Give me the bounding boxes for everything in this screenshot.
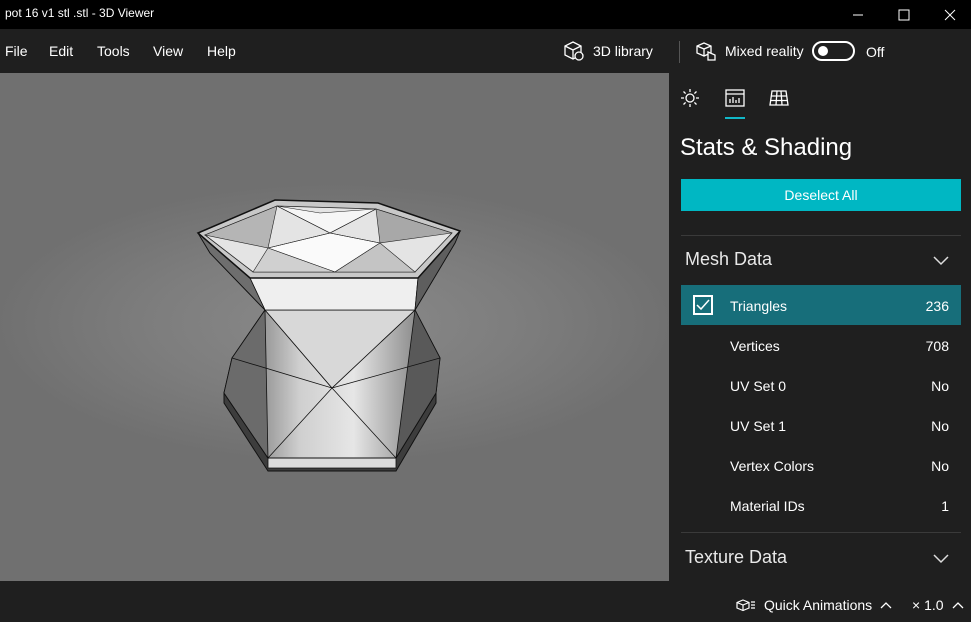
menu-edit[interactable]: Edit (49, 43, 73, 59)
panel-title: Stats & Shading (680, 134, 853, 161)
row-label: Vertex Colors (730, 458, 815, 474)
minimize-button[interactable] (835, 0, 881, 29)
mesh-row-vertex-colors: Vertex Colors No (681, 445, 961, 485)
stats-icon (725, 89, 745, 107)
grid-icon (769, 90, 789, 106)
row-label: Material IDs (730, 498, 805, 514)
window-title: pot 16 v1 stl .stl - 3D Viewer (5, 6, 155, 20)
section-divider (681, 235, 961, 236)
pot-model (196, 199, 462, 472)
checkmark-icon (696, 299, 710, 311)
menu-tools[interactable]: Tools (97, 43, 130, 59)
quick-animations-button[interactable]: Quick Animations (736, 597, 892, 613)
3d-library-icon (564, 41, 584, 61)
mixed-reality-state: Off (866, 44, 885, 60)
title-bar: pot 16 v1 stl .stl - 3D Viewer (0, 0, 971, 29)
tab-stats[interactable] (722, 87, 748, 109)
lighting-icon (681, 89, 699, 107)
3d-library-button[interactable]: 3D library (563, 37, 653, 65)
toggle-knob (818, 46, 828, 56)
3d-viewport[interactable] (0, 73, 669, 581)
quick-animations-label: Quick Animations (764, 597, 873, 613)
animation-icon (736, 599, 755, 612)
mesh-row-triangles[interactable]: Triangles 236 (681, 285, 961, 325)
chevron-up-icon (880, 602, 892, 609)
chevron-down-icon[interactable] (933, 554, 949, 564)
chevron-up-icon (952, 602, 963, 609)
mesh-row-uv-set-1: UV Set 1 No (681, 405, 961, 445)
chevron-down-icon[interactable] (933, 256, 949, 266)
stats-panel: Stats & Shading Deselect All Mesh Data T… (669, 73, 971, 581)
mixed-reality-label: Mixed reality (725, 43, 804, 59)
row-label: Vertices (730, 338, 780, 354)
active-tab-indicator (725, 117, 745, 119)
mixed-reality-icon (696, 42, 716, 61)
menu-file[interactable]: File (5, 43, 28, 59)
close-button[interactable] (927, 0, 971, 29)
close-icon (944, 9, 956, 20)
row-value: No (931, 378, 949, 394)
status-bar: Quick Animations × 1.0 (0, 581, 971, 622)
speed-label: × 1.0 (912, 597, 944, 613)
maximize-icon (898, 9, 910, 20)
mixed-reality-button[interactable]: Mixed reality (695, 37, 804, 65)
animation-speed-button[interactable]: × 1.0 (912, 597, 964, 613)
mesh-data-header[interactable]: Mesh Data (685, 249, 772, 270)
row-value: 236 (925, 298, 949, 314)
texture-data-header[interactable]: Texture Data (685, 547, 787, 568)
mesh-row-uv-set-0: UV Set 0 No (681, 365, 961, 405)
mixed-reality-toggle[interactable] (812, 41, 855, 61)
mesh-row-vertices: Vertices 708 (681, 325, 961, 365)
menu-view[interactable]: View (153, 43, 183, 59)
triangles-checkbox[interactable] (693, 295, 713, 315)
row-value: No (931, 458, 949, 474)
row-value: 708 (925, 338, 949, 354)
row-value: 1 (941, 498, 949, 514)
row-label: UV Set 0 (730, 378, 787, 394)
section-divider (681, 532, 961, 533)
mesh-row-material-ids: Material IDs 1 (681, 485, 961, 525)
menu-bar: File Edit Tools View Help 3D library Mix… (0, 29, 971, 73)
3d-library-label: 3D library (593, 43, 653, 59)
menu-divider (679, 41, 680, 63)
menu-help[interactable]: Help (207, 43, 236, 59)
deselect-all-button[interactable]: Deselect All (681, 179, 961, 211)
tab-grid[interactable] (766, 87, 792, 109)
row-label: UV Set 1 (730, 418, 787, 434)
minimize-icon (853, 14, 863, 15)
maximize-button[interactable] (881, 0, 927, 29)
row-value: No (931, 418, 949, 434)
tab-lighting[interactable] (677, 87, 703, 109)
row-label: Triangles (730, 298, 788, 314)
